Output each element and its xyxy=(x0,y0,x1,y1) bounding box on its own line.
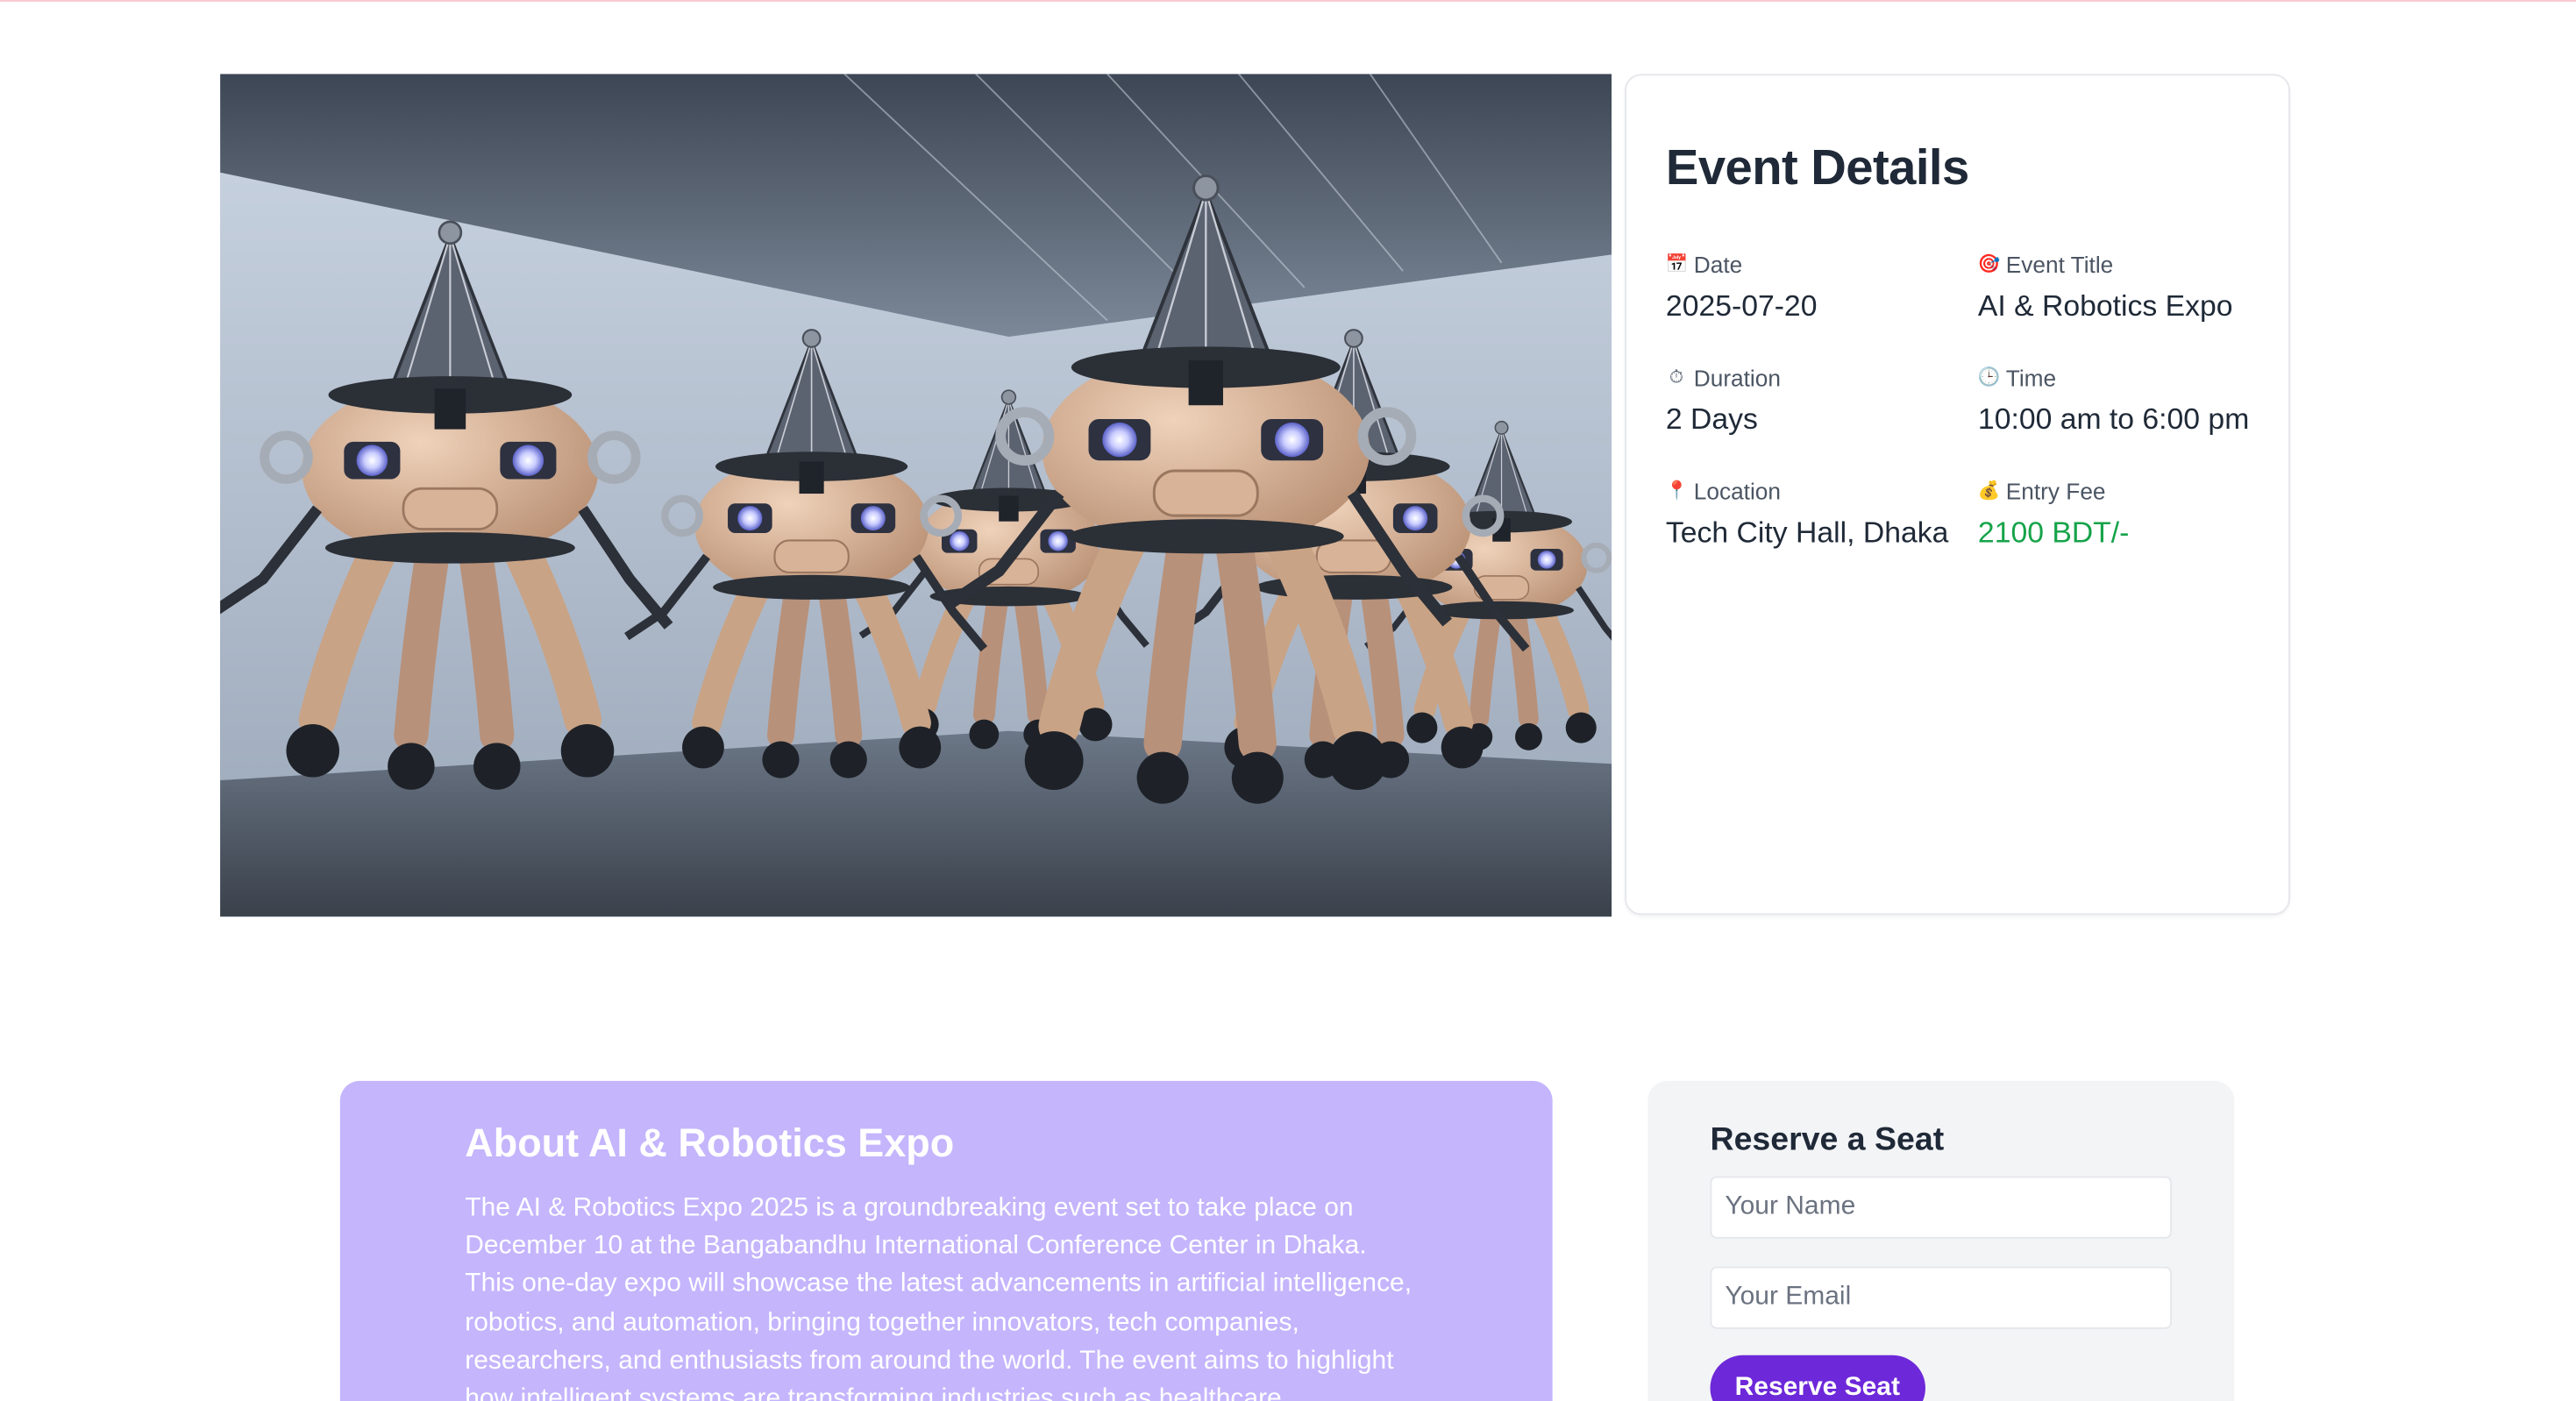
detail-label: Date xyxy=(1693,251,1743,278)
detail-value: 2 Days xyxy=(1665,402,1758,436)
detail-value: 2025-07-20 xyxy=(1665,288,1818,323)
money-bag-icon: 💰 xyxy=(1977,480,2001,501)
detail-entry-fee: 💰 Entry Fee 2100 BDT/- xyxy=(1978,476,2282,550)
detail-time: 🕒 Time 10:00 am to 6:00 pm xyxy=(1978,363,2282,437)
top-divider xyxy=(0,0,2576,2)
calendar-icon: 📅 xyxy=(1665,253,1689,274)
reserve-seat-card: Reserve a Seat Reserve Seat xyxy=(1647,1080,2235,1401)
detail-event-title: 🎯 Event Title AI & Robotics Expo xyxy=(1978,250,2282,324)
detail-value: 10:00 am to 6:00 pm xyxy=(1977,402,2250,436)
detail-label: Time xyxy=(2005,364,2057,391)
detail-duration: ⏱ Duration 2 Days xyxy=(1666,363,1970,437)
reserve-title: Reserve a Seat xyxy=(1710,1121,1945,1158)
detail-location: 📍 Location Tech City Hall, Dhaka xyxy=(1666,476,1970,550)
event-hero-image xyxy=(220,74,1612,917)
about-description: The AI & Robotics Expo 2025 is a groundb… xyxy=(465,1194,1413,1401)
event-details-card: Event Details 📅 Date 2025-07-20 🎯 Event … xyxy=(1625,74,2290,915)
stopwatch-icon: ⏱ xyxy=(1669,366,1684,388)
target-icon: 🎯 xyxy=(1977,253,2001,274)
detail-value-fee: 2100 BDT/- xyxy=(1977,516,2130,549)
detail-value: AI & Robotics Expo xyxy=(1977,288,2233,323)
reserve-seat-button[interactable]: Reserve Seat xyxy=(1710,1355,1925,1401)
detail-label: Event Title xyxy=(2005,251,2114,278)
robots-illustration xyxy=(220,74,1612,917)
about-title: About AI & Robotics Expo xyxy=(465,1121,955,1167)
event-details-title: Event Details xyxy=(1665,141,1969,196)
detail-label: Duration xyxy=(1693,364,1781,391)
about-section: About AI & Robotics Expo The AI & Roboti… xyxy=(339,1080,1553,1401)
location-pin-icon: 📍 xyxy=(1665,480,1689,501)
detail-label: Location xyxy=(1693,478,1781,505)
detail-date: 📅 Date 2025-07-20 xyxy=(1666,250,1970,324)
detail-label: Entry Fee xyxy=(2005,478,2106,505)
email-input[interactable] xyxy=(1710,1266,2173,1329)
clock-icon: 🕒 xyxy=(1977,366,2001,388)
detail-value: Tech City Hall, Dhaka xyxy=(1665,516,1949,549)
page: Event Details 📅 Date 2025-07-20 🎯 Event … xyxy=(0,0,2576,1401)
name-input[interactable] xyxy=(1710,1176,2173,1239)
